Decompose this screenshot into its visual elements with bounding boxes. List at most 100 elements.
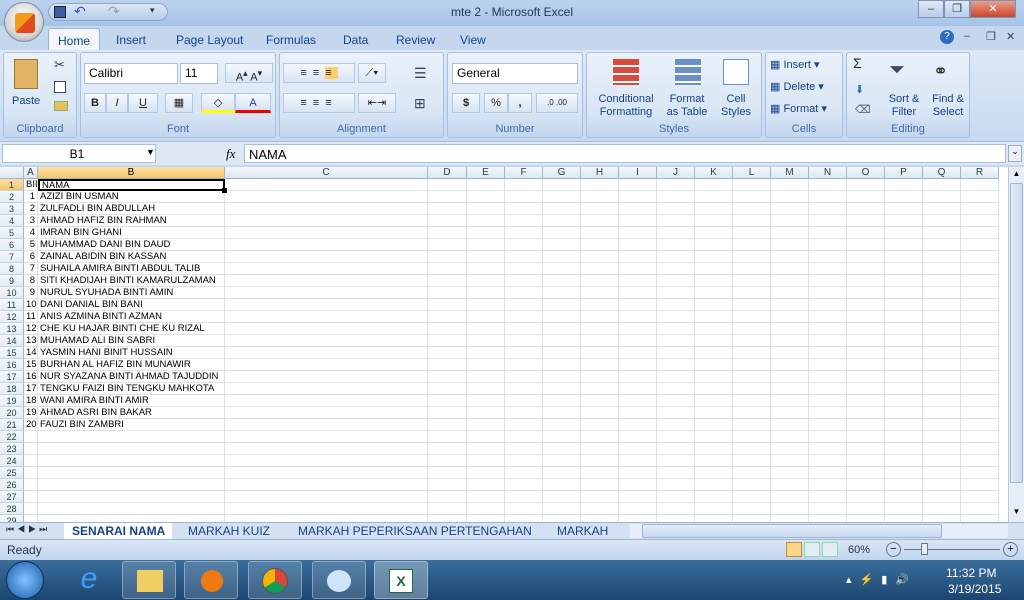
format-cells-button[interactable]: ▦ Format ▾ <box>770 103 827 116</box>
cell-C15[interactable] <box>225 347 428 359</box>
cell-H21[interactable] <box>581 419 619 431</box>
cell-K12[interactable] <box>695 311 733 323</box>
cell-B24[interactable] <box>38 455 225 467</box>
cell-A14[interactable]: 13 <box>24 335 38 347</box>
cell-H24[interactable] <box>581 455 619 467</box>
cell-A4[interactable]: 3 <box>24 215 38 227</box>
cell-M21[interactable] <box>771 419 809 431</box>
cell-K13[interactable] <box>695 323 733 335</box>
cell-O29[interactable] <box>847 515 885 522</box>
cell-N2[interactable] <box>809 191 847 203</box>
cell-G25[interactable] <box>543 467 581 479</box>
cell-D28[interactable] <box>428 503 467 515</box>
cell-I21[interactable] <box>619 419 657 431</box>
cell-M10[interactable] <box>771 287 809 299</box>
comma-button[interactable]: , <box>508 93 532 113</box>
cell-J3[interactable] <box>657 203 695 215</box>
cell-G14[interactable] <box>543 335 581 347</box>
cell-G18[interactable] <box>543 383 581 395</box>
taskbar-chrome[interactable] <box>248 561 302 599</box>
undo-icon[interactable]: ↶ <box>74 3 86 20</box>
cell-O10[interactable] <box>847 287 885 299</box>
cell-M6[interactable] <box>771 239 809 251</box>
cell-F24[interactable] <box>505 455 543 467</box>
cell-H1[interactable] <box>581 179 619 191</box>
cell-C22[interactable] <box>225 431 428 443</box>
cell-C7[interactable] <box>225 251 428 263</box>
cell-C14[interactable] <box>225 335 428 347</box>
tab-home[interactable]: Home <box>48 28 100 50</box>
cell-F1[interactable] <box>505 179 543 191</box>
cell-P27[interactable] <box>885 491 923 503</box>
cell-G11[interactable] <box>543 299 581 311</box>
cell-F17[interactable] <box>505 371 543 383</box>
cell-P20[interactable] <box>885 407 923 419</box>
cell-E25[interactable] <box>467 467 505 479</box>
cell-N10[interactable] <box>809 287 847 299</box>
sort-filter-button[interactable]: Sort & Filter <box>881 93 927 119</box>
cell-J1[interactable] <box>657 179 695 191</box>
cell-D18[interactable] <box>428 383 467 395</box>
cell-G19[interactable] <box>543 395 581 407</box>
copy-icon[interactable] <box>54 81 66 93</box>
cell-L7[interactable] <box>733 251 771 263</box>
cell-C24[interactable] <box>225 455 428 467</box>
column-header-L[interactable]: L <box>733 167 771 179</box>
cell-I23[interactable] <box>619 443 657 455</box>
cell-H14[interactable] <box>581 335 619 347</box>
cell-N26[interactable] <box>809 479 847 491</box>
cell-P10[interactable] <box>885 287 923 299</box>
cell-E27[interactable] <box>467 491 505 503</box>
cell-N13[interactable] <box>809 323 847 335</box>
cell-M15[interactable] <box>771 347 809 359</box>
cell-N16[interactable] <box>809 359 847 371</box>
cell-I5[interactable] <box>619 227 657 239</box>
column-header-H[interactable]: H <box>581 167 619 179</box>
cell-O14[interactable] <box>847 335 885 347</box>
redo-icon[interactable]: ↷ <box>108 3 120 20</box>
cell-M1[interactable] <box>771 179 809 191</box>
cell-R29[interactable] <box>961 515 999 522</box>
cell-O27[interactable] <box>847 491 885 503</box>
cell-M22[interactable] <box>771 431 809 443</box>
cell-H27[interactable] <box>581 491 619 503</box>
cell-M4[interactable] <box>771 215 809 227</box>
taskbar-paint[interactable] <box>312 561 366 599</box>
zoom-in-button[interactable]: + <box>1003 542 1018 557</box>
cell-Q16[interactable] <box>923 359 961 371</box>
row-header-14[interactable]: 14 <box>0 335 24 347</box>
cell-I14[interactable] <box>619 335 657 347</box>
cell-C17[interactable] <box>225 371 428 383</box>
cell-F16[interactable] <box>505 359 543 371</box>
sheet-tab-markah-peperiksaan[interactable]: MARKAH PEPERIKSAAN PERTENGAHAN <box>298 523 532 539</box>
cell-B26[interactable] <box>38 479 225 491</box>
cell-R22[interactable] <box>961 431 999 443</box>
cell-G4[interactable] <box>543 215 581 227</box>
cell-F4[interactable] <box>505 215 543 227</box>
cell-K29[interactable] <box>695 515 733 522</box>
name-box[interactable]: B1 <box>2 144 156 163</box>
cell-E9[interactable] <box>467 275 505 287</box>
insert-cells-button[interactable]: ▦ Insert ▾ <box>770 59 820 72</box>
cell-J13[interactable] <box>657 323 695 335</box>
cell-H7[interactable] <box>581 251 619 263</box>
cell-O25[interactable] <box>847 467 885 479</box>
cell-F7[interactable] <box>505 251 543 263</box>
column-header-J[interactable]: J <box>657 167 695 179</box>
cell-N14[interactable] <box>809 335 847 347</box>
cell-J16[interactable] <box>657 359 695 371</box>
cell-B11[interactable]: DANI DANIAL BIN BANI <box>38 299 225 311</box>
cell-F29[interactable] <box>505 515 543 522</box>
cell-A12[interactable]: 11 <box>24 311 38 323</box>
bold-button[interactable]: B <box>84 93 106 113</box>
tab-review[interactable]: Review <box>396 28 435 50</box>
font-color-button[interactable]: A <box>235 93 271 113</box>
row-header-7[interactable]: 7 <box>0 251 24 263</box>
cell-L14[interactable] <box>733 335 771 347</box>
cell-G15[interactable] <box>543 347 581 359</box>
cell-D10[interactable] <box>428 287 467 299</box>
cell-P16[interactable] <box>885 359 923 371</box>
cell-O16[interactable] <box>847 359 885 371</box>
cell-L17[interactable] <box>733 371 771 383</box>
wrap-text-icon[interactable]: ☰ <box>414 65 427 82</box>
